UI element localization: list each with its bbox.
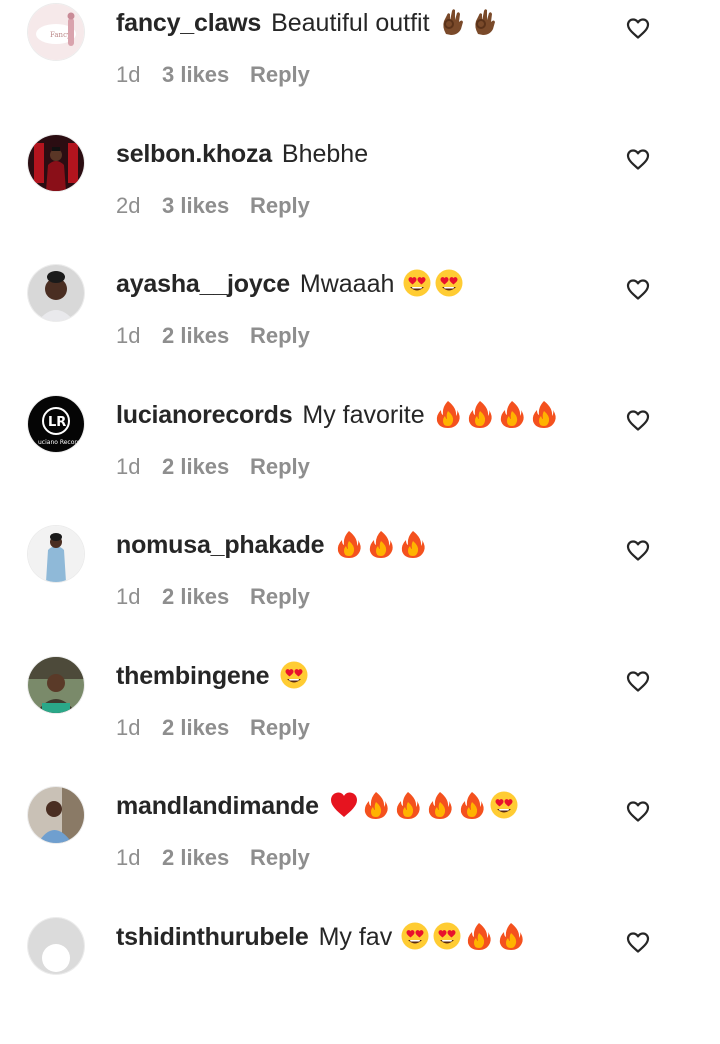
reply-button[interactable]: Reply <box>250 843 310 873</box>
comment-row: mandlandimande 1d 2 likes Reply <box>0 783 720 913</box>
nomusa-phakade-avatar[interactable] <box>28 526 84 582</box>
fire-emoji <box>465 399 495 429</box>
like-heart-icon[interactable] <box>625 276 651 302</box>
comment-row: selbon.khoza Bhebhe 2d 3 likes Reply <box>0 131 720 261</box>
comment-username[interactable]: mandlandimande <box>116 792 319 820</box>
fire-emoji <box>334 529 364 559</box>
like-heart-icon[interactable] <box>625 15 651 41</box>
comment-username[interactable]: tshidinthurubele <box>116 923 309 951</box>
thembingene-avatar[interactable] <box>28 657 84 713</box>
comment-timestamp: 1d <box>116 845 141 870</box>
red-heart-emoji <box>329 790 359 820</box>
like-heart-icon[interactable] <box>625 407 651 433</box>
comment-row: tshidinthurubele My fav <box>0 914 720 1044</box>
comment-likes-count[interactable]: 2 likes <box>162 321 250 351</box>
comment-timestamp: 1d <box>116 62 141 87</box>
fire-emoji <box>529 399 559 429</box>
comment-text: Beautiful outfit <box>271 9 430 37</box>
comment-row: ayasha__joyce Mwaaah 1d 2 likes Reply <box>0 261 720 391</box>
fire-emoji <box>457 790 487 820</box>
ok-hand-emoji <box>438 7 468 37</box>
like-heart-icon[interactable] <box>625 146 651 172</box>
comment-line: selbon.khoza Bhebhe <box>116 137 368 171</box>
heart-eyes-emoji <box>279 660 309 690</box>
fire-emoji <box>366 529 396 559</box>
comment-username[interactable]: lucianorecords <box>116 401 293 429</box>
reply-button[interactable]: Reply <box>250 582 310 612</box>
luciano-records-logo[interactable]: LR uciano Records <box>28 396 84 452</box>
comment-line: thembingene <box>116 659 309 693</box>
comment-likes-count[interactable]: 3 likes <box>162 60 250 90</box>
comment-timestamp: 1d <box>116 584 141 609</box>
comment-meta: 1d 2 likes Reply <box>116 843 310 873</box>
comment-line: nomusa_phakade <box>116 528 428 562</box>
fire-emoji <box>361 790 391 820</box>
comment-username[interactable]: fancy_claws <box>116 9 261 37</box>
comment-line: ayasha__joyce Mwaaah <box>116 267 464 301</box>
like-heart-icon[interactable] <box>625 668 651 694</box>
ok-hand-emoji <box>470 7 500 37</box>
comment-line: mandlandimande <box>116 789 519 823</box>
fire-emoji <box>497 399 527 429</box>
comment-row: nomusa_phakade 1d 2 likes Reply <box>0 522 720 652</box>
comment-meta: 1d 2 likes Reply <box>116 713 310 743</box>
comment-row: Fancy fancy_claws Beautiful outfit 1d 3 lik… <box>0 0 720 130</box>
comment-line: tshidinthurubele My fav <box>116 920 526 954</box>
mandlandimande-avatar[interactable] <box>28 787 84 843</box>
comment-text: My favorite <box>302 401 425 429</box>
comment-meta: 1d 2 likes Reply <box>116 582 310 612</box>
comment-username[interactable]: nomusa_phakade <box>116 531 325 559</box>
comment-row: thembingene 1d 2 likes Reply <box>0 653 720 783</box>
svg-text:LR: LR <box>48 415 66 430</box>
fire-emoji <box>464 921 494 951</box>
comment-timestamp: 2d <box>116 193 141 218</box>
reply-button[interactable]: Reply <box>250 191 310 221</box>
comment-meta: 2d 3 likes Reply <box>116 191 310 221</box>
comment-likes-count[interactable]: 2 likes <box>162 843 250 873</box>
comment-timestamp: 1d <box>116 454 141 479</box>
ayasha-joyce-avatar[interactable] <box>28 265 84 321</box>
comment-likes-count[interactable]: 3 likes <box>162 191 250 221</box>
reply-button[interactable]: Reply <box>250 452 310 482</box>
heart-eyes-emoji <box>400 921 430 951</box>
fire-emoji <box>433 399 463 429</box>
like-heart-icon[interactable] <box>625 537 651 563</box>
comment-likes-count[interactable]: 2 likes <box>162 582 250 612</box>
default-avatar[interactable] <box>28 918 84 974</box>
fire-emoji <box>398 529 428 559</box>
like-heart-icon[interactable] <box>625 929 651 955</box>
fancy-claws-avatar[interactable]: Fancy <box>28 4 84 60</box>
comment-text: Bhebhe <box>281 140 369 168</box>
comment-likes-count[interactable]: 2 likes <box>162 452 250 482</box>
heart-eyes-emoji <box>402 268 432 298</box>
comment-meta: 1d 2 likes Reply <box>116 452 310 482</box>
heart-eyes-emoji <box>434 268 464 298</box>
reply-button[interactable]: Reply <box>250 321 310 351</box>
reply-button[interactable]: Reply <box>250 60 310 90</box>
heart-eyes-emoji <box>432 921 462 951</box>
comment-text: My fav <box>318 923 393 951</box>
comment-line: lucianorecords My favorite <box>116 398 559 432</box>
reply-button[interactable]: Reply <box>250 713 310 743</box>
comment-line: fancy_claws Beautiful outfit <box>116 6 500 40</box>
comment-meta: 1d 2 likes Reply <box>116 321 310 351</box>
fire-emoji <box>496 921 526 951</box>
svg-text:Fancy: Fancy <box>50 31 71 39</box>
comment-username[interactable]: selbon.khoza <box>116 140 272 168</box>
comment-text: Mwaaah <box>299 270 395 298</box>
selbon-khoza-avatar[interactable] <box>28 135 84 191</box>
heart-eyes-emoji <box>489 790 519 820</box>
svg-text:uciano Records: uciano Records <box>38 439 84 446</box>
comment-username[interactable]: ayasha__joyce <box>116 270 290 298</box>
comment-likes-count[interactable]: 2 likes <box>162 713 250 743</box>
comment-row: LR uciano Records lucianorecords My favori… <box>0 392 720 522</box>
fire-emoji <box>393 790 423 820</box>
comment-timestamp: 1d <box>116 715 141 740</box>
comment-username[interactable]: thembingene <box>116 662 270 690</box>
fire-emoji <box>425 790 455 820</box>
comment-meta: 1d 3 likes Reply <box>116 60 310 90</box>
comment-timestamp: 1d <box>116 323 141 348</box>
like-heart-icon[interactable] <box>625 798 651 824</box>
